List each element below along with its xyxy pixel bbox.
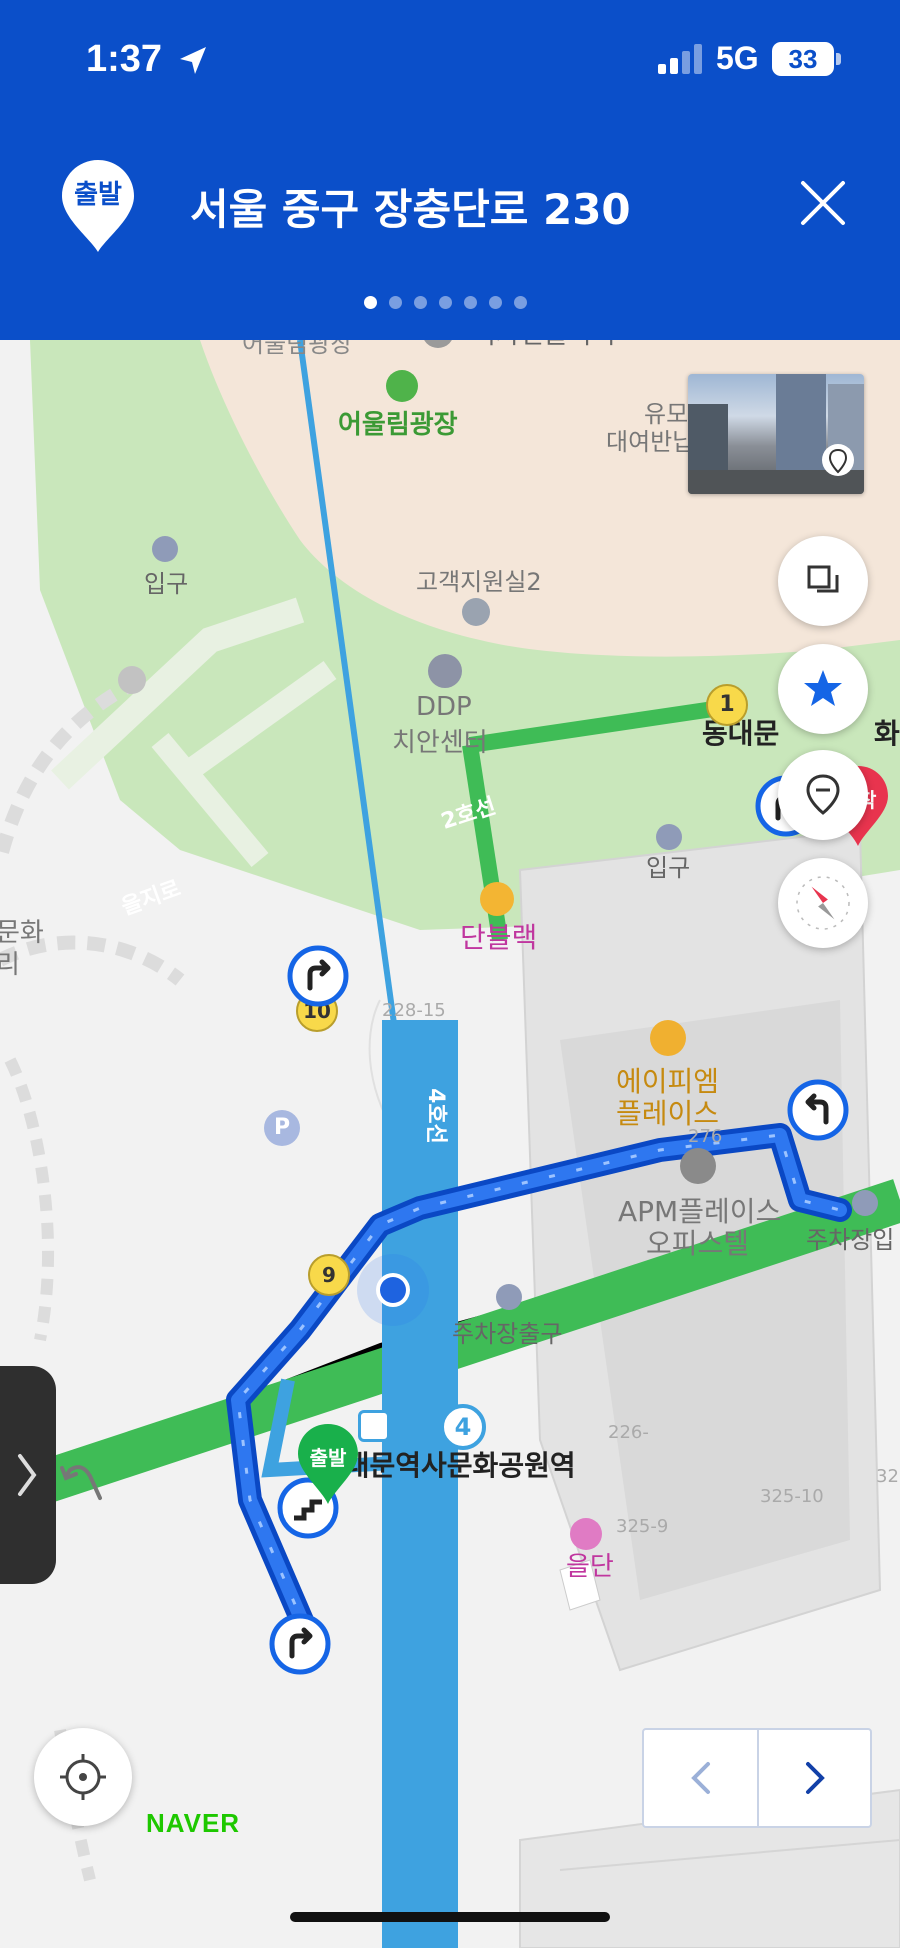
map-label: 오피스텔	[646, 1227, 750, 1260]
start-badge-label: 출발	[74, 180, 122, 210]
step-badge[interactable]: 9	[308, 1254, 350, 1296]
layers-button[interactable]	[778, 536, 868, 626]
star-icon	[804, 670, 842, 706]
police-icon	[428, 654, 462, 688]
page-dot[interactable]	[364, 296, 377, 309]
chevron-left-icon	[690, 1762, 710, 1794]
map-label: 325	[876, 1466, 900, 1487]
network-type: 5G	[716, 40, 759, 76]
step-pager	[642, 1728, 872, 1828]
page-indicator	[364, 296, 527, 312]
restroom-icon	[118, 666, 146, 694]
parking-exit-icon	[496, 1284, 522, 1310]
bus-icon	[358, 1410, 390, 1442]
turn-left-icon[interactable]	[786, 1078, 850, 1142]
layers-icon	[807, 565, 839, 593]
start-pin-label: 출발	[309, 1446, 347, 1470]
signal-icon	[658, 44, 702, 74]
street-view-image	[688, 374, 864, 494]
map-label: DDP	[416, 692, 472, 722]
map-label: 을단	[566, 1552, 614, 1582]
u-turn-icon	[60, 1465, 102, 1500]
favorite-button[interactable]	[778, 644, 868, 734]
page-dot[interactable]	[489, 296, 502, 309]
map-label: 입구	[144, 570, 189, 598]
page-dot[interactable]	[464, 296, 477, 309]
turn-right-icon[interactable]	[286, 944, 350, 1008]
page-dot[interactable]	[389, 296, 402, 309]
battery-icon: 33	[772, 42, 842, 76]
page-dot[interactable]	[514, 296, 527, 309]
page-dot[interactable]	[414, 296, 427, 309]
compass-icon	[796, 876, 850, 930]
parking-icon	[852, 1190, 878, 1216]
shop-icon	[480, 882, 514, 916]
map-label: 276	[688, 1126, 723, 1147]
street-view-thumbnail[interactable]	[688, 374, 864, 494]
map-label: 단블랙	[460, 921, 538, 954]
page-title: 서울 중구 장충단로 230	[190, 185, 631, 234]
status-bar: 1:37 5G 33	[0, 0, 900, 120]
restroom-icon	[462, 598, 490, 626]
parking-badge: P	[264, 1110, 300, 1146]
map-label: 입구	[646, 854, 691, 882]
chevron-right-icon	[18, 1454, 37, 1496]
compass-button[interactable]	[778, 858, 868, 948]
turn-right-icon[interactable]	[268, 1612, 332, 1676]
current-location-button[interactable]	[34, 1728, 132, 1826]
location-arrow-icon	[180, 47, 206, 74]
map-label: 어울림광장	[242, 340, 353, 358]
park-icon	[386, 370, 418, 402]
shop-icon	[650, 1020, 686, 1056]
map-view[interactable]: 어울림광장 디자인놀이터 어울림광장 유모차 대여반납소 입구 고객지원실2 D…	[0, 340, 900, 1948]
map-label: 화	[874, 717, 900, 750]
map-label: 주차장출구	[452, 1320, 563, 1348]
pin-icon	[806, 774, 840, 815]
route-header: 1:37 5G 33 출발 서울 중구 장충단로 230	[0, 0, 900, 340]
map-label: 고객지원실2	[416, 568, 542, 596]
map-label: 228-15	[382, 1000, 446, 1021]
map-label: 리	[0, 950, 20, 980]
status-time: 1:37	[86, 38, 163, 80]
map-label: 226-	[608, 1422, 649, 1443]
close-icon[interactable]	[798, 178, 848, 228]
naver-logo: NAVER	[146, 1808, 241, 1838]
exit-badge[interactable]: 4	[440, 1404, 486, 1450]
map-label: 주차장입	[806, 1226, 895, 1254]
page-dot[interactable]	[439, 296, 452, 309]
map-label: 4호선	[422, 1088, 448, 1144]
side-panel-handle[interactable]	[0, 1366, 56, 1584]
entrance-icon	[656, 824, 682, 850]
step-badge[interactable]: 1	[706, 684, 748, 726]
map-label: 디자인놀이터	[472, 340, 616, 351]
map-label: 325-9	[616, 1516, 669, 1537]
chevron-right-icon	[805, 1762, 825, 1794]
next-step-button[interactable]	[757, 1730, 870, 1826]
battery-level: 33	[788, 44, 818, 74]
home-indicator	[290, 1912, 610, 1922]
building-icon	[680, 1148, 716, 1184]
crosshair-icon	[60, 1754, 106, 1800]
entrance-icon	[152, 536, 178, 562]
map-label: 325-10	[760, 1486, 824, 1507]
pin-button[interactable]	[778, 750, 868, 840]
map-label: 치안센터	[392, 728, 488, 758]
prev-step-button[interactable]	[644, 1730, 757, 1826]
map-label: 어울림광장	[338, 410, 458, 440]
